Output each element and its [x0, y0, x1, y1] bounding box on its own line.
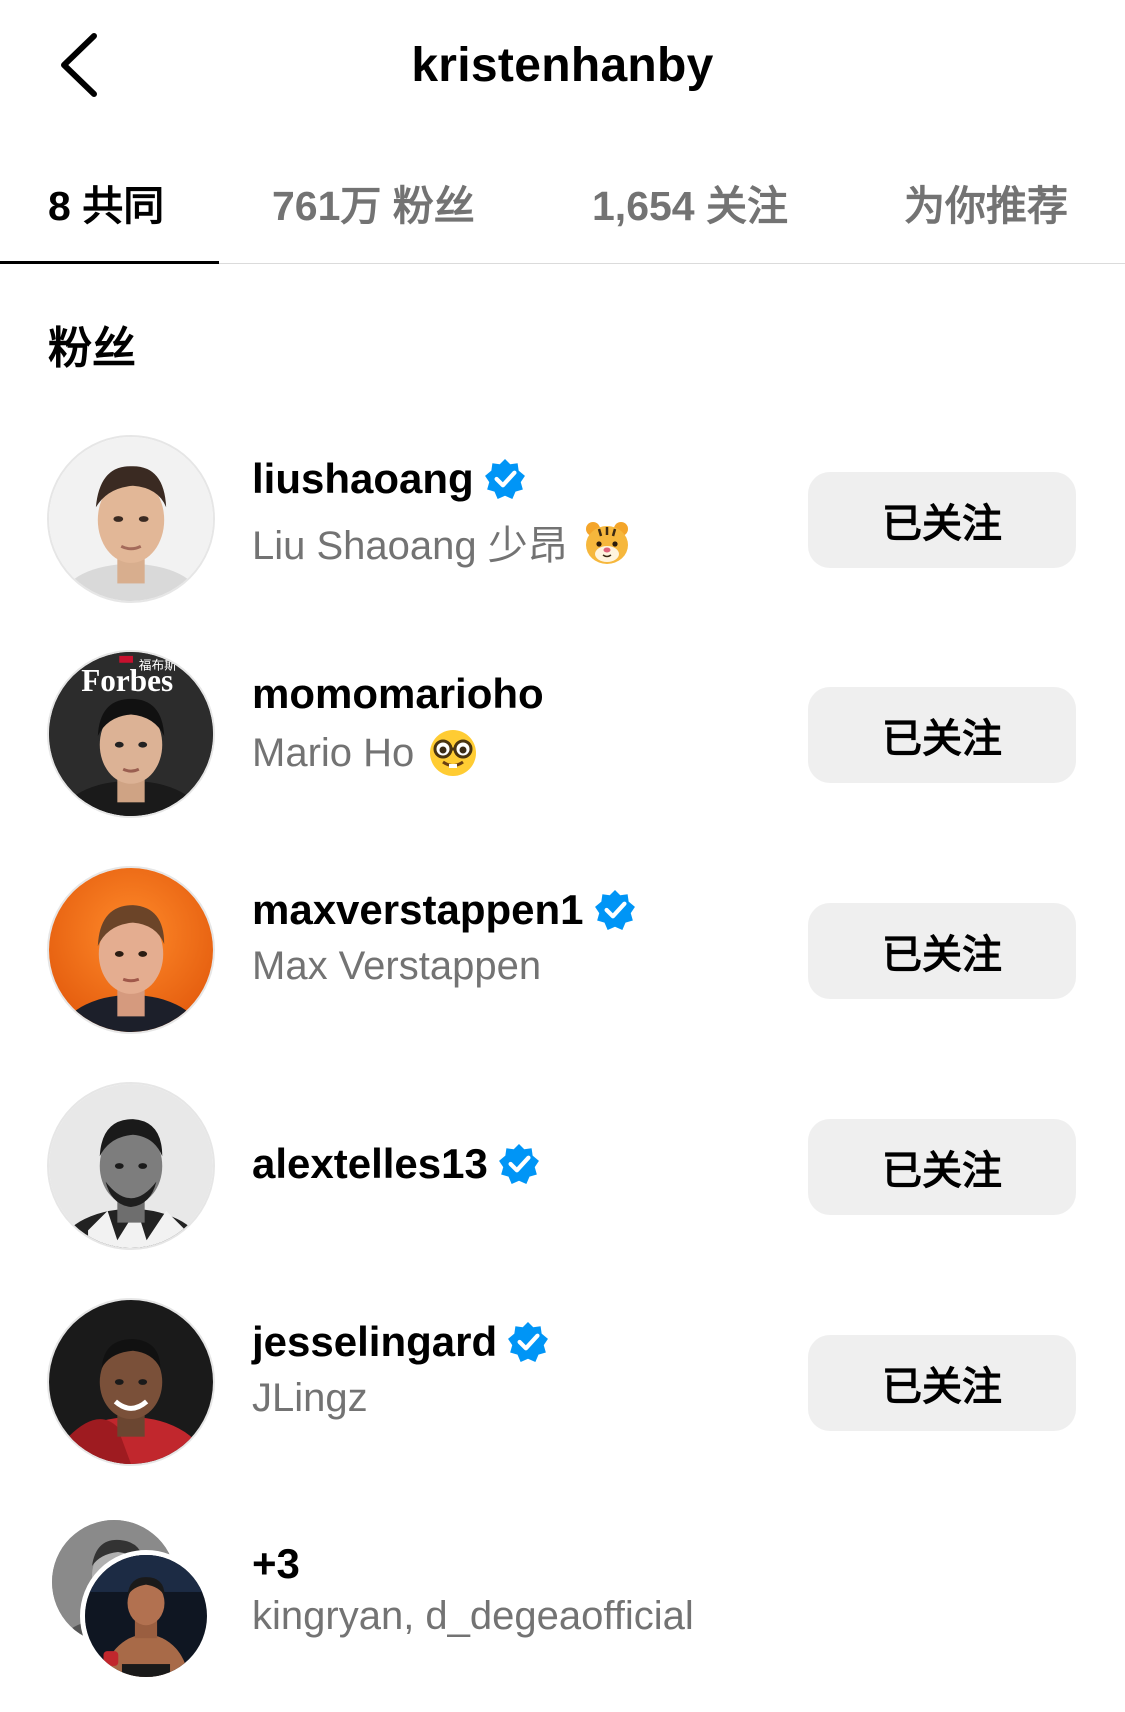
tab-mutual[interactable]: 8 共同	[48, 172, 164, 252]
verified-badge-icon	[498, 1144, 539, 1184]
full-name: Max Verstappen	[252, 944, 542, 988]
avatar	[80, 1550, 212, 1682]
active-tab-indicator	[0, 261, 219, 264]
username[interactable]: alextelles13	[252, 1140, 540, 1188]
verified-badge-icon	[594, 890, 635, 930]
list-item[interactable]: alextelles13 已关注	[0, 1082, 1125, 1252]
top-bar: kristenhanby	[0, 0, 1125, 135]
list-item[interactable]: maxverstappen1 Max Verstappen 已关注	[0, 866, 1125, 1036]
avatar[interactable]	[47, 866, 215, 1034]
section-title: 粉丝	[48, 324, 136, 373]
nerd-face-icon	[430, 730, 477, 776]
tiger-face-icon	[585, 522, 628, 564]
list-item[interactable]: jesselingard JLingz 已关注	[0, 1298, 1125, 1468]
avatar[interactable]	[47, 1082, 215, 1250]
list-item[interactable]: Forbes 福布斯 momomarioho Mario Ho 已关注	[0, 650, 1125, 820]
forbes-cn-logo: 福布斯	[139, 658, 177, 673]
list-item[interactable]: liushaoang Liu Shaoang 少昂 已关注	[0, 435, 1125, 605]
username[interactable]: jesselingard	[252, 1318, 549, 1366]
username[interactable]: liushaoang	[252, 455, 526, 503]
more-count: +3	[252, 1540, 300, 1587]
tab-followers[interactable]: 761万 粉丝	[272, 172, 475, 252]
following-button[interactable]: 已关注	[808, 1119, 1076, 1215]
avatar[interactable]: Forbes 福布斯	[47, 650, 215, 818]
page-title: kristenhanby	[411, 39, 714, 92]
avatar[interactable]	[47, 1298, 215, 1466]
more-names: kingryan, d_degeaofficial	[252, 1594, 694, 1638]
following-button[interactable]: 已关注	[808, 1335, 1076, 1431]
username[interactable]: maxverstappen1	[252, 886, 636, 934]
full-name: Liu Shaoang 少昂	[252, 513, 632, 571]
full-name: Mario Ho	[252, 728, 478, 778]
verified-badge-icon	[508, 1322, 549, 1362]
tab-bar: 8 共同 761万 粉丝 1,654 关注 为你推荐	[0, 150, 1125, 264]
following-button[interactable]: 已关注	[808, 687, 1076, 783]
tab-suggested[interactable]: 为你推荐	[904, 172, 1068, 252]
verified-badge-icon	[484, 459, 525, 499]
tab-following[interactable]: 1,654 关注	[592, 172, 788, 252]
username[interactable]: momomarioho	[252, 670, 544, 718]
following-button[interactable]: 已关注	[808, 903, 1076, 999]
more-mutuals-item[interactable]: +3 kingryan, d_degeaofficial	[0, 1520, 1125, 1690]
following-button[interactable]: 已关注	[808, 472, 1076, 568]
full-name: JLingz	[252, 1376, 368, 1420]
avatar[interactable]	[47, 435, 215, 603]
